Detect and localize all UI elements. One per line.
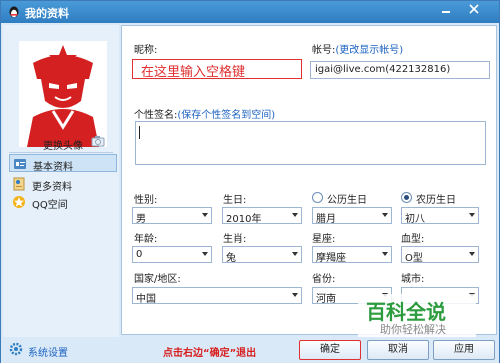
qzone-icon xyxy=(13,196,25,208)
sidebar-item-label: 基本资料 xyxy=(33,162,73,173)
solar-birthday-label: 公历生日 xyxy=(327,195,367,206)
gender-value: 男 xyxy=(136,214,146,225)
profile-form: 昵称: 在这里输入空格键 帐号:(更改显示帐号) igai@live.com(4… xyxy=(121,25,497,338)
age-select[interactable]: 0 xyxy=(132,246,212,263)
chevron-down-icon xyxy=(292,213,298,217)
constellation-value: 摩羯座 xyxy=(316,253,346,264)
sidebar-item-label: 更多资料 xyxy=(32,182,72,193)
lunar-birthday-label: 农历生日 xyxy=(416,195,456,206)
window-title: 我的资料 xyxy=(25,7,69,20)
province-value: 河南 xyxy=(316,294,336,305)
watermark: 百科全说 助你轻松解决 xyxy=(358,294,476,338)
gear-icon[interactable] xyxy=(9,342,23,356)
ok-button[interactable]: 确定 xyxy=(299,340,361,360)
close-icon xyxy=(469,4,479,14)
birth-day-select[interactable]: 初八 xyxy=(401,207,479,225)
account-field: igai@live.com(422132816) xyxy=(310,61,490,79)
cancel-button[interactable]: 取消 xyxy=(367,340,429,360)
age-value: 0 xyxy=(136,249,143,260)
avatar[interactable] xyxy=(19,41,107,147)
sidebar-item-label: QQ空间 xyxy=(32,200,68,211)
nickname-input[interactable]: 在这里输入空格键 xyxy=(132,59,302,79)
text-caret xyxy=(139,126,140,139)
country-label: 国家/地区: xyxy=(134,274,181,285)
system-settings-link[interactable]: 系统设置 xyxy=(28,344,68,359)
zodiac-label: 生肖: xyxy=(223,234,247,245)
birth-month-value: 腊月 xyxy=(316,214,336,225)
close-button[interactable] xyxy=(461,3,487,19)
qq-penguin-icon xyxy=(9,6,19,18)
watermark-subtitle: 助你轻松解决 xyxy=(380,323,446,336)
signature-label-text: 个性签名: xyxy=(134,110,178,121)
sidebar-item-qzone[interactable]: QQ空间 xyxy=(9,193,117,211)
profile-icon xyxy=(13,177,25,191)
chevron-down-icon xyxy=(469,252,475,256)
minimize-icon xyxy=(442,11,450,13)
signature-textarea[interactable] xyxy=(135,121,486,165)
blood-type-value: O型 xyxy=(405,253,423,264)
card-icon xyxy=(14,159,26,169)
chevron-down-icon xyxy=(202,252,208,256)
zodiac-select[interactable]: 兔 xyxy=(222,246,302,264)
country-value: 中国 xyxy=(136,294,156,305)
chevron-down-icon xyxy=(382,213,388,217)
save-signature-link[interactable]: (保存个性签名到空间) xyxy=(177,110,275,121)
blood-type-label: 血型: xyxy=(401,234,425,245)
profile-window: 我的资料 更换头像 基本资料 更多资料 QQ空间 昵称: 在这里输入空格键 帐号… xyxy=(0,0,500,363)
chevron-down-icon xyxy=(292,293,298,297)
province-label: 省份: xyxy=(312,274,336,285)
zodiac-value: 兔 xyxy=(226,253,236,264)
camera-icon[interactable] xyxy=(91,135,105,147)
instruction-hint: 点击右边“确定”退出 xyxy=(163,348,257,359)
lunar-birthday-radio[interactable] xyxy=(401,192,412,203)
nickname-label: 昵称: xyxy=(134,45,158,56)
change-avatar-link[interactable]: 更换头像 xyxy=(43,137,83,152)
solar-birthday-radio[interactable] xyxy=(312,192,323,203)
sidebar: 更换头像 基本资料 更多资料 QQ空间 xyxy=(3,25,119,337)
birth-month-select[interactable]: 腊月 xyxy=(312,207,392,225)
chevron-down-icon xyxy=(382,252,388,256)
blood-type-select[interactable]: O型 xyxy=(401,246,479,264)
apply-button[interactable]: 应用 xyxy=(433,340,495,360)
sidebar-divider xyxy=(9,152,113,153)
account-label-text: 帐号: xyxy=(312,45,336,56)
chevron-down-icon xyxy=(469,213,475,217)
change-account-display-link[interactable]: (更改显示帐号) xyxy=(335,45,403,56)
sidebar-item-basic-info[interactable]: 基本资料 xyxy=(9,154,117,173)
constellation-select[interactable]: 摩羯座 xyxy=(312,246,392,264)
country-select[interactable]: 中国 xyxy=(132,287,302,305)
title-bar[interactable]: 我的资料 xyxy=(1,1,499,23)
chevron-down-icon xyxy=(202,213,208,217)
chevron-down-icon xyxy=(292,252,298,256)
age-label: 年龄: xyxy=(134,234,158,245)
signature-label: 个性签名:(保存个性签名到空间) xyxy=(134,106,275,121)
birth-day-value: 初八 xyxy=(405,214,425,225)
sidebar-item-more-info[interactable]: 更多资料 xyxy=(9,175,117,193)
footer-bar: 系统设置 点击右边“确定”退出 确定 取消 应用 xyxy=(1,337,499,363)
birthday-label: 生日: xyxy=(223,195,247,206)
city-label: 城市: xyxy=(401,274,425,285)
gender-label: 性别: xyxy=(134,195,158,206)
birth-year-select[interactable]: 2010年 xyxy=(222,207,302,225)
account-label: 帐号:(更改显示帐号) xyxy=(312,41,403,56)
constellation-label: 星座: xyxy=(312,234,336,245)
birth-year-value: 2010年 xyxy=(226,214,262,225)
gender-select[interactable]: 男 xyxy=(132,207,212,225)
minimize-button[interactable] xyxy=(433,3,459,19)
